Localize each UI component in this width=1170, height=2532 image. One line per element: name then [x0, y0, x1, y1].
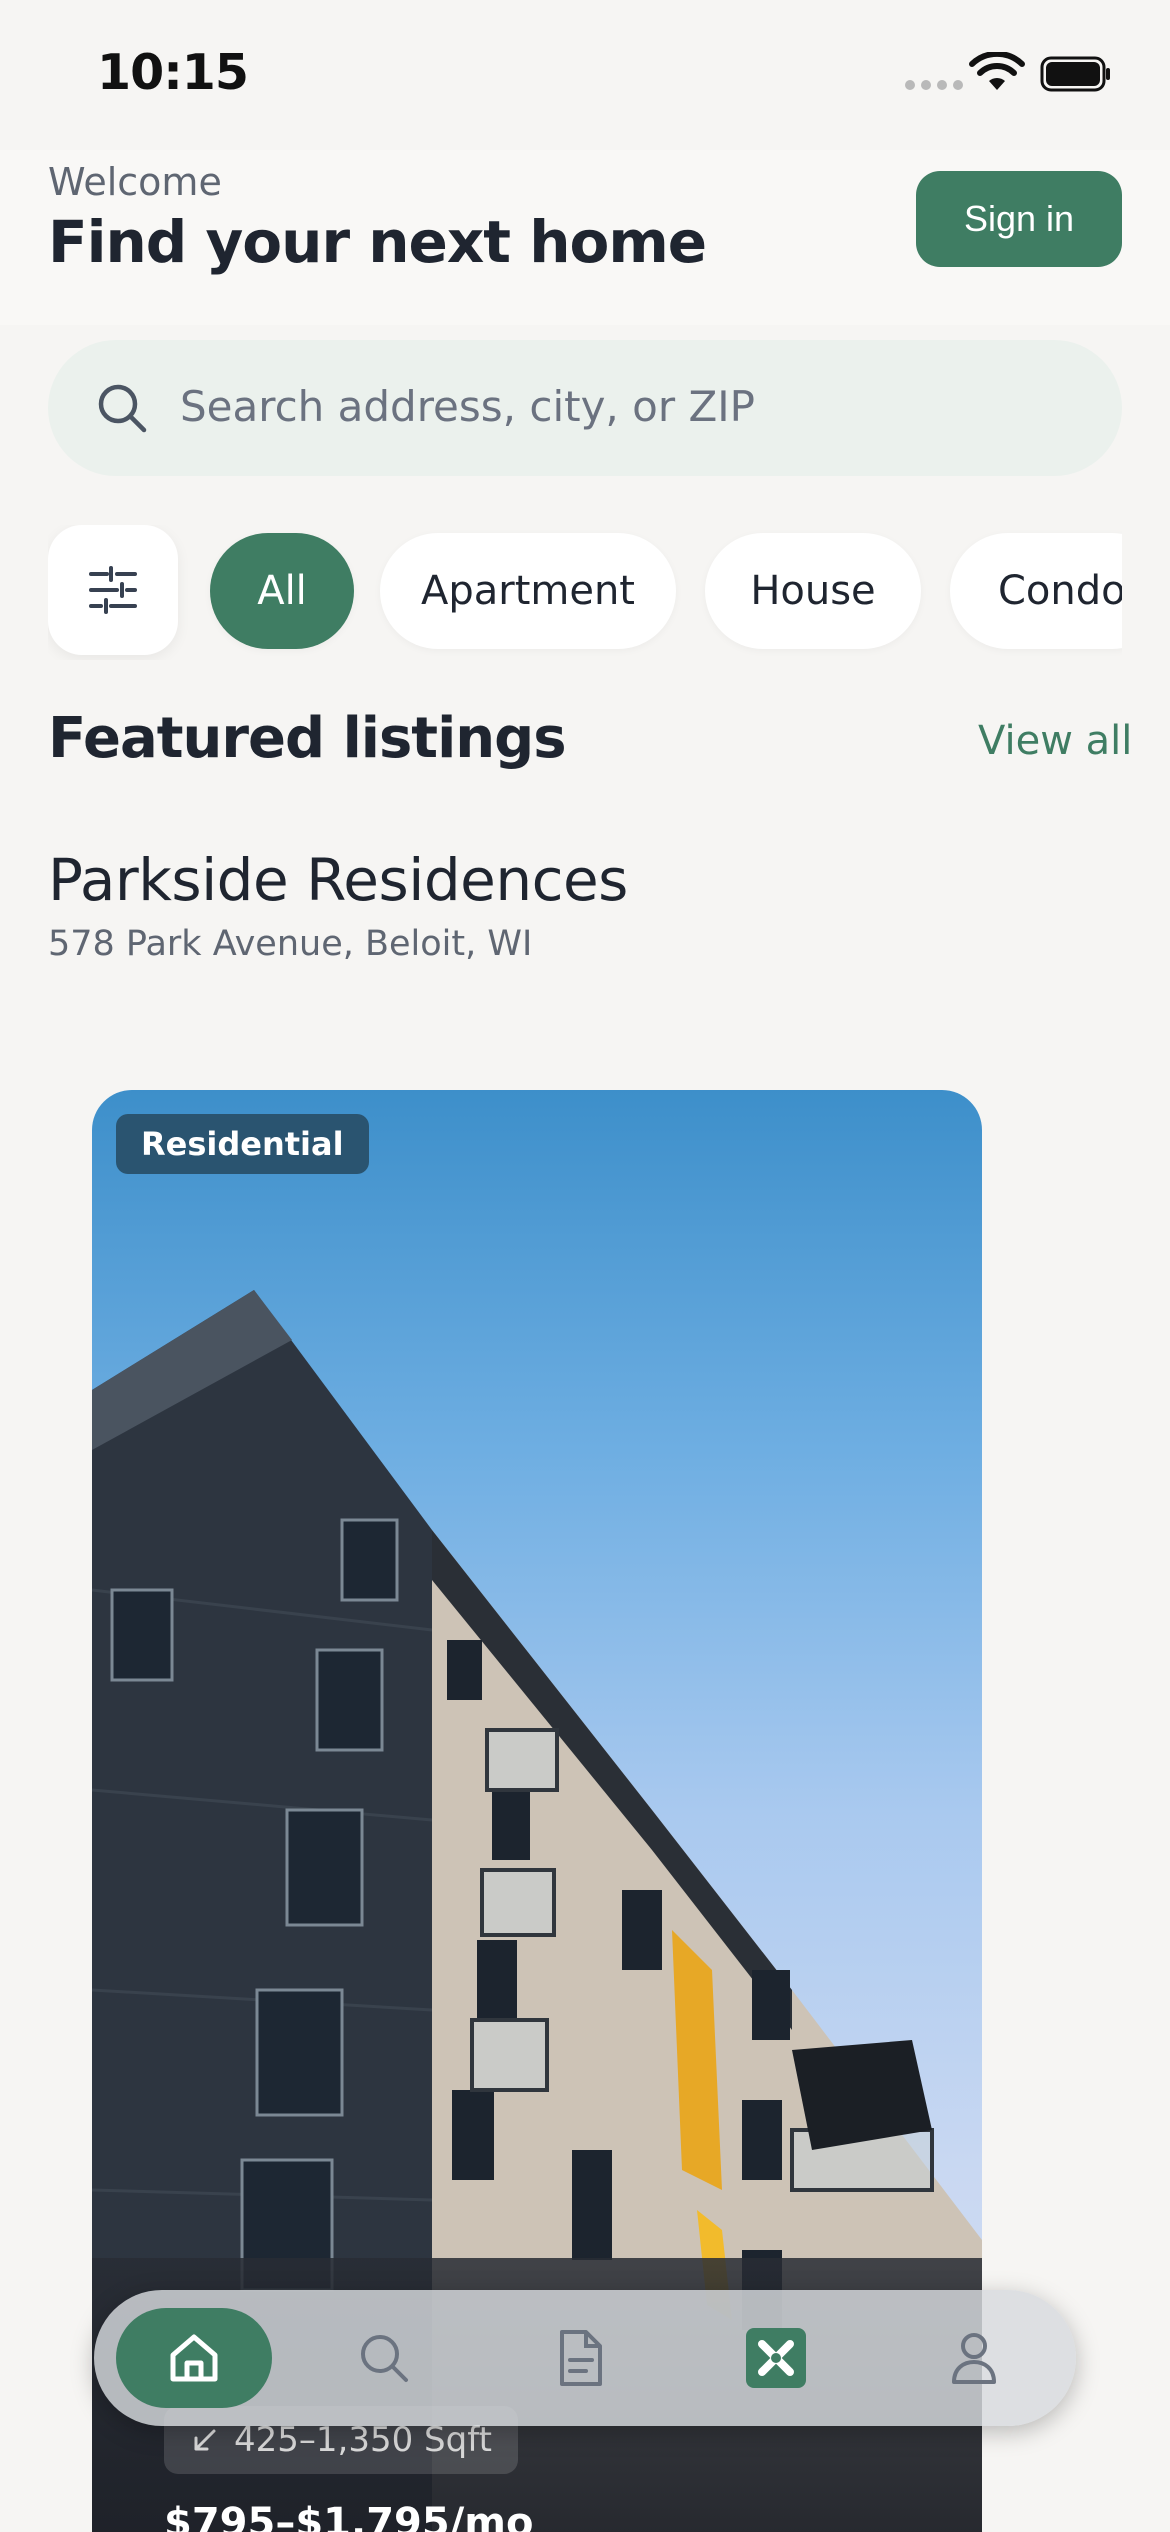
- chip-apartment[interactable]: Apartment: [380, 533, 676, 649]
- filter-settings-button[interactable]: [48, 525, 178, 655]
- tab-documents[interactable]: [502, 2308, 658, 2408]
- profile-icon: [952, 2333, 996, 2384]
- battery-icon: [1040, 56, 1110, 92]
- page-title: Find your next home: [48, 208, 707, 276]
- filter-bar: All Apartment House Condo: [48, 525, 1122, 660]
- wifi-icon: [969, 52, 1025, 90]
- chip-all[interactable]: All: [210, 533, 354, 649]
- app-logo-icon: [746, 2328, 806, 2388]
- sign-in-button[interactable]: Sign in: [916, 171, 1122, 267]
- search-input[interactable]: Search address, city, or ZIP: [48, 340, 1122, 476]
- resize-arrow-icon: [194, 2429, 216, 2451]
- sliders-icon: [89, 566, 137, 614]
- listing-name[interactable]: Parkside Residences: [48, 846, 628, 914]
- property-type-badge: Residential: [116, 1114, 369, 1174]
- cellular-signal-icon: [905, 80, 963, 90]
- chip-condo[interactable]: Condo: [950, 533, 1122, 649]
- search-icon: [361, 2335, 408, 2382]
- tab-search[interactable]: [306, 2308, 462, 2408]
- tab-home[interactable]: [116, 2308, 272, 2408]
- search-placeholder: Search address, city, or ZIP: [180, 382, 755, 431]
- status-time: 10:15: [97, 44, 249, 101]
- status-bar: 10:15: [0, 0, 1170, 150]
- view-all-link[interactable]: View all: [978, 718, 1132, 764]
- chip-house[interactable]: House: [705, 533, 921, 649]
- price-range: $795–$1,795/mo: [164, 2500, 534, 2532]
- search-icon: [98, 384, 147, 433]
- listing-address: 578 Park Avenue, Beloit, WI: [48, 924, 533, 964]
- tab-app[interactable]: [698, 2308, 854, 2408]
- featured-listings-heading: Featured listings: [48, 706, 567, 771]
- sqft-range: 425–1,350 Sqft: [234, 2420, 492, 2460]
- bottom-tab-bar: [94, 2290, 1076, 2426]
- home-icon: [170, 2334, 218, 2382]
- tab-profile[interactable]: [896, 2308, 1052, 2408]
- document-icon: [560, 2330, 602, 2386]
- welcome-label: Welcome: [48, 160, 222, 204]
